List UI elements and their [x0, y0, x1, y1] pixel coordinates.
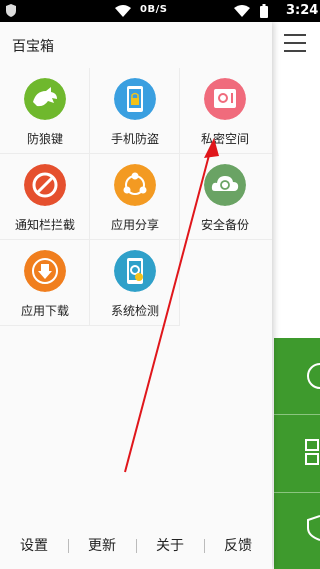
tool-label: 系统检测 — [110, 304, 159, 318]
shield-notification-icon — [6, 4, 16, 17]
toolbox-panel: 百宝箱 防狼键 手机防盗 私密空间 通知栏拦截 应用分享 安全备份 应用下载 系… — [0, 22, 272, 569]
tool-app-download[interactable]: 应用下载 — [0, 240, 90, 326]
bottom-bar: 设置 更新 关于 反馈 — [0, 534, 272, 558]
empty-cell — [180, 240, 272, 326]
tool-system-check[interactable]: 系统检测 — [90, 240, 180, 326]
grid-apps-icon[interactable] — [304, 438, 320, 466]
wifi-icon — [234, 5, 250, 17]
status-bar: 0B/S 3:24 — [0, 0, 320, 22]
download-icon — [24, 250, 66, 292]
share-icon — [114, 164, 156, 206]
about-button[interactable]: 关于 — [136, 534, 204, 558]
wifi-activity-icon — [115, 5, 131, 17]
screen: 0B/S 3:24 百宝箱 防狼键 手机防盗 私密空间 通知栏拦截 应用分享 安… — [0, 0, 320, 569]
side-panel — [274, 338, 320, 569]
tool-app-share[interactable]: 应用分享 — [90, 154, 180, 240]
block-icon — [24, 164, 66, 206]
phone-lock-icon — [114, 78, 156, 120]
tool-label: 手机防盗 — [110, 132, 159, 146]
tool-label: 安全备份 — [200, 218, 249, 232]
dragon-icon — [24, 78, 66, 120]
tool-label: 应用下载 — [20, 304, 69, 318]
tool-label: 通知栏拦截 — [14, 218, 75, 232]
tool-safe-backup[interactable]: 安全备份 — [180, 154, 272, 240]
leaf-shield-icon[interactable] — [304, 362, 320, 390]
tool-label: 应用分享 — [110, 218, 159, 232]
tool-anti-wolf-key[interactable]: 防狼键 — [0, 68, 90, 154]
tool-label: 防狼键 — [26, 132, 63, 146]
system-check-icon — [114, 250, 156, 292]
safe-icon — [204, 78, 246, 120]
tool-phone-antitheft[interactable]: 手机防盗 — [90, 68, 180, 154]
tool-notification-block[interactable]: 通知栏拦截 — [0, 154, 90, 240]
tool-label: 私密空间 — [200, 132, 249, 146]
clock: 3:24 — [286, 3, 319, 18]
feedback-button[interactable]: 反馈 — [204, 534, 272, 558]
shield-icon[interactable] — [304, 514, 320, 542]
battery-icon — [260, 4, 268, 18]
page-title: 百宝箱 — [12, 39, 54, 55]
settings-button[interactable]: 设置 — [0, 534, 68, 558]
cloud-backup-icon — [204, 164, 246, 206]
network-speed: 0B/S — [140, 4, 168, 15]
menu-icon[interactable] — [284, 34, 306, 52]
update-button[interactable]: 更新 — [68, 534, 136, 558]
tool-private-space[interactable]: 私密空间 — [180, 68, 272, 154]
